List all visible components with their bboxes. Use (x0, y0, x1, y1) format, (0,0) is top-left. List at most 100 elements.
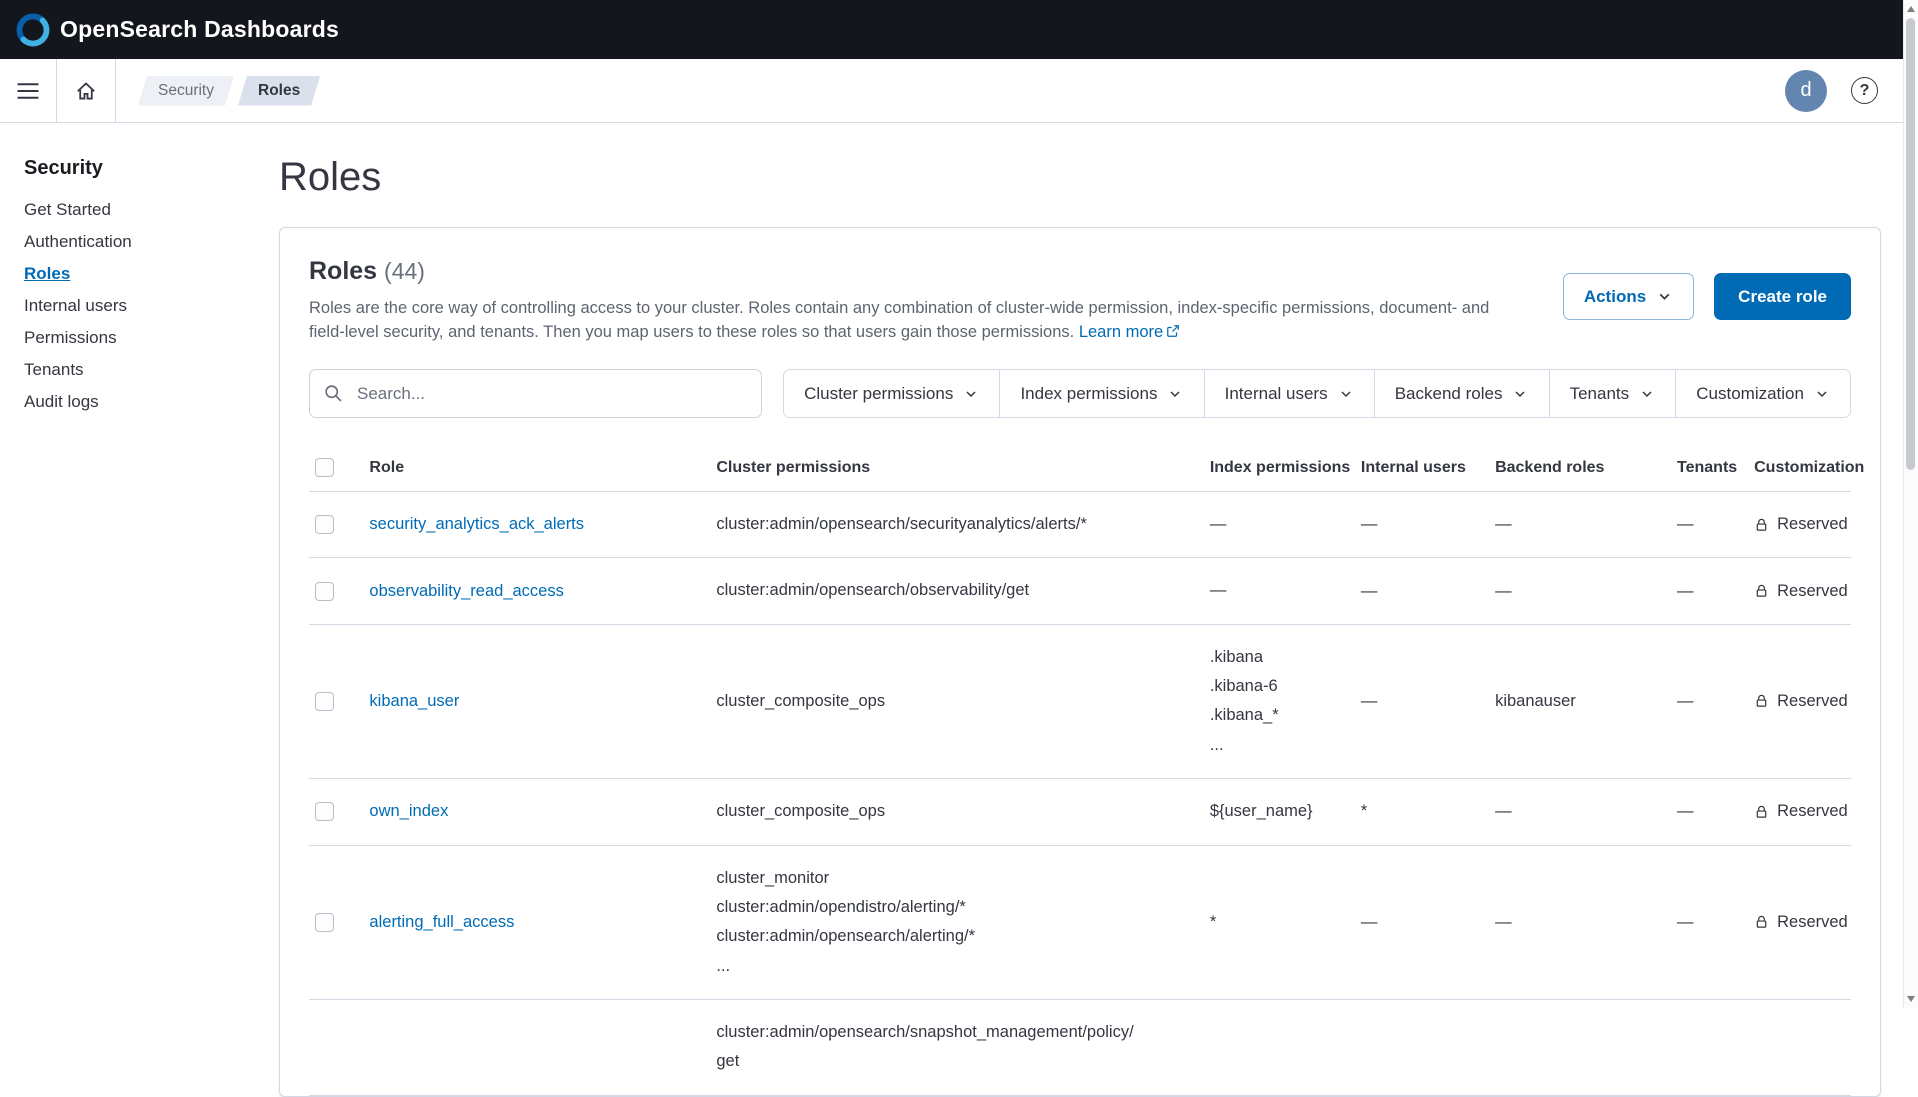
cell-internal-users: — (1353, 845, 1487, 999)
cell-backend-roles: — (1487, 558, 1669, 624)
menu-icon (16, 79, 40, 103)
learn-more-link[interactable]: Learn more (1079, 323, 1180, 341)
app-title: OpenSearch Dashboards (60, 16, 339, 43)
lock-icon (1754, 693, 1769, 709)
page-layout: Security Get Started Authentication Role… (0, 123, 1918, 1008)
home-icon (75, 80, 97, 102)
cell-cluster-permissions: cluster:admin/opensearch/snapshot_manage… (708, 999, 1201, 1095)
sidebar-item-internal-users[interactable]: Internal users (24, 296, 269, 316)
create-role-button[interactable]: Create role (1714, 273, 1851, 320)
menu-button[interactable] (0, 59, 56, 122)
cell-index-permissions: .kibana .kibana-6 .kibana_* ... (1202, 624, 1353, 778)
cell-index-permissions: — (1202, 492, 1353, 558)
scrollbar-down-arrow[interactable] (1907, 996, 1915, 1002)
cell-backend-roles: — (1487, 845, 1669, 999)
sidebar-item-tenants[interactable]: Tenants (24, 360, 269, 380)
breadcrumb-security[interactable]: Security (138, 76, 234, 106)
panel-title-text: Roles (309, 257, 377, 285)
toolbar-right: d ? (1785, 70, 1918, 112)
sidebar: Security Get Started Authentication Role… (0, 123, 279, 1008)
reserved-label: Reserved (1777, 582, 1848, 601)
row-checkbox[interactable] (315, 582, 334, 601)
sidebar-item-audit-logs[interactable]: Audit logs (24, 392, 269, 412)
toolbar-separator (115, 59, 116, 122)
reserved-label: Reserved (1777, 515, 1848, 534)
cell-internal-users (1353, 999, 1487, 1095)
sidebar-title: Security (24, 157, 269, 180)
breadcrumb: Security Roles (138, 76, 320, 106)
column-header-customization: Customization (1746, 444, 1851, 492)
search-input[interactable] (309, 369, 762, 418)
lock-icon (1754, 914, 1769, 930)
avatar[interactable]: d (1785, 70, 1827, 112)
panel-description: Roles are the core way of controlling ac… (309, 296, 1524, 344)
actions-button[interactable]: Actions (1563, 273, 1694, 320)
chevron-down-icon (1656, 288, 1673, 305)
panel-title: Roles (44) (309, 257, 1524, 286)
role-link[interactable]: alerting_full_access (369, 913, 514, 931)
role-link[interactable]: own_index (369, 802, 448, 820)
opensearch-logo-icon (16, 13, 50, 47)
chevron-down-icon (1639, 386, 1655, 402)
lock-icon (1754, 517, 1769, 533)
cell-index-permissions: * (1202, 845, 1353, 999)
sidebar-item-permissions[interactable]: Permissions (24, 328, 269, 348)
role-link[interactable]: security_analytics_ack_alerts (369, 515, 584, 533)
help-icon[interactable]: ? (1851, 77, 1878, 104)
cell-cluster-permissions: cluster:admin/opensearch/securityanalyti… (708, 492, 1201, 558)
filter-cluster-permissions[interactable]: Cluster permissions (784, 370, 999, 417)
reserved-label: Reserved (1777, 913, 1848, 932)
column-header-index-permissions: Index permissions (1202, 444, 1353, 492)
cell-internal-users: — (1353, 492, 1487, 558)
filter-index-permissions[interactable]: Index permissions (999, 370, 1203, 417)
chevron-down-icon (1167, 386, 1183, 402)
reserved-badge: Reserved (1754, 582, 1843, 601)
lock-icon (1754, 804, 1769, 820)
app-header: OpenSearch Dashboards (0, 0, 1918, 59)
table-row: observability_read_access cluster:admin/… (309, 558, 1851, 624)
role-link[interactable]: kibana_user (369, 692, 459, 710)
table-row: own_index cluster_composite_ops ${user_n… (309, 779, 1851, 845)
panel-header: Roles (44) Roles are the core way of con… (309, 257, 1851, 344)
cell-backend-roles (1487, 999, 1669, 1095)
lock-icon (1754, 583, 1769, 599)
table-row: kibana_user cluster_composite_ops .kiban… (309, 624, 1851, 778)
reserved-badge: Reserved (1754, 802, 1843, 821)
row-checkbox[interactable] (315, 913, 334, 932)
cell-cluster-permissions: cluster_composite_ops (708, 624, 1201, 778)
filter-tenants[interactable]: Tenants (1549, 370, 1676, 417)
filter-internal-users[interactable]: Internal users (1204, 370, 1374, 417)
external-link-icon (1163, 323, 1180, 341)
table-row: cluster:admin/opensearch/snapshot_manage… (309, 999, 1851, 1095)
row-checkbox[interactable] (315, 515, 334, 534)
page-title: Roles (279, 153, 1881, 201)
chevron-down-icon (1338, 386, 1354, 402)
scrollbar-thumb[interactable] (1906, 18, 1915, 470)
sidebar-item-authentication[interactable]: Authentication (24, 232, 269, 252)
row-checkbox[interactable] (315, 802, 334, 821)
home-button[interactable] (57, 59, 115, 122)
role-link[interactable]: observability_read_access (369, 582, 563, 600)
filter-label: Internal users (1225, 384, 1328, 404)
cell-index-permissions: — (1202, 558, 1353, 624)
cell-cluster-permissions: cluster_composite_ops (708, 779, 1201, 845)
select-all-checkbox[interactable] (315, 458, 334, 477)
nav-toolbar: Security Roles d ? (0, 59, 1918, 123)
filter-backend-roles[interactable]: Backend roles (1374, 370, 1549, 417)
cell-internal-users: * (1353, 779, 1487, 845)
filter-customization[interactable]: Customization (1675, 370, 1850, 417)
column-header-tenants: Tenants (1669, 444, 1746, 492)
sidebar-item-get-started[interactable]: Get Started (24, 200, 269, 220)
main-content: Roles Roles (44) Roles are the core way … (279, 123, 1918, 1008)
actions-button-label: Actions (1584, 287, 1646, 307)
row-checkbox[interactable] (315, 692, 334, 711)
sidebar-item-roles[interactable]: Roles (24, 264, 269, 284)
opensearch-logo: OpenSearch Dashboards (16, 13, 339, 47)
cell-internal-users: — (1353, 624, 1487, 778)
cell-tenants: — (1669, 492, 1746, 558)
vertical-scrollbar (1903, 0, 1918, 1008)
filter-label: Backend roles (1395, 384, 1503, 404)
breadcrumb-roles[interactable]: Roles (238, 76, 320, 106)
cell-backend-roles: — (1487, 492, 1669, 558)
scrollbar-up-arrow[interactable] (1907, 6, 1915, 12)
